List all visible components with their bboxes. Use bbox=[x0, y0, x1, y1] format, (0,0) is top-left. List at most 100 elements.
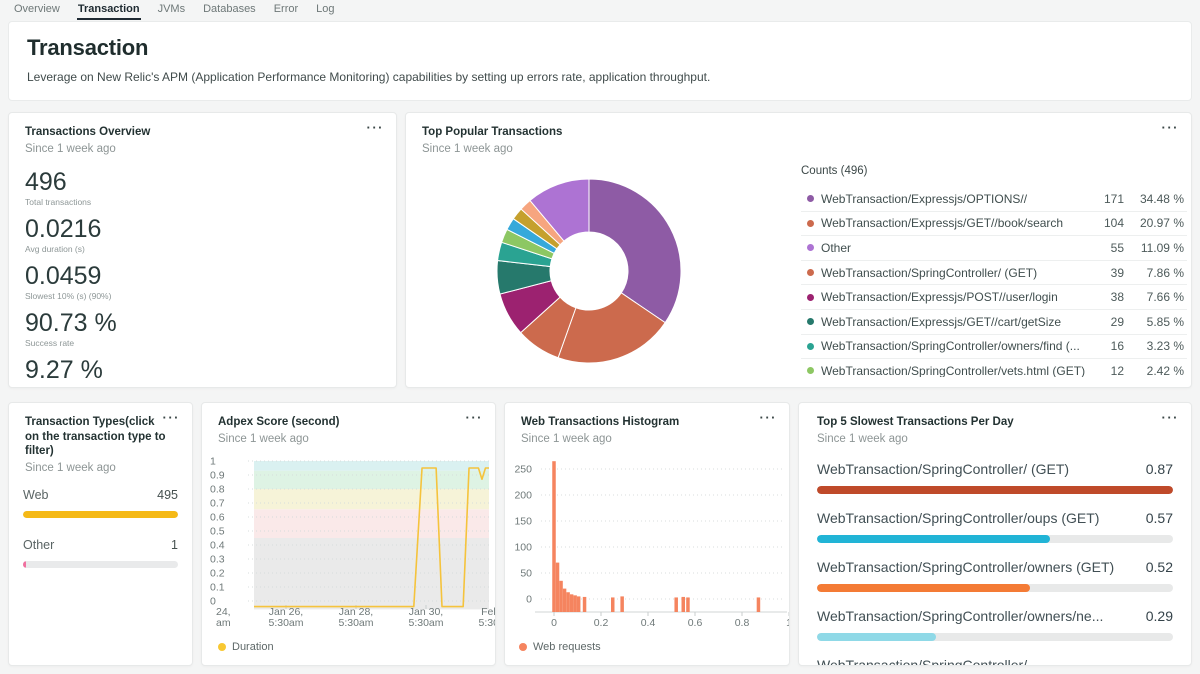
stat-label: Avg duration (s) bbox=[25, 244, 380, 254]
types-label-row: Other1 bbox=[23, 538, 178, 552]
legend-row[interactable]: WebTransaction/Expressjs/OPTIONS//17134.… bbox=[801, 187, 1187, 212]
tab-transaction[interactable]: Transaction bbox=[77, 0, 141, 20]
slowest-bar-track bbox=[817, 486, 1173, 494]
panel-menu-button[interactable]: ··· bbox=[760, 411, 778, 425]
panel-menu-button[interactable]: ··· bbox=[163, 411, 181, 425]
types-bar-track bbox=[23, 561, 178, 568]
legend-percent: 7.66 % bbox=[1124, 290, 1184, 304]
panel-menu-button[interactable]: ··· bbox=[466, 411, 484, 425]
tab-jvms[interactable]: JVMs bbox=[157, 0, 187, 20]
slowest-row-4: WebTransaction/SpringController/owners/n… bbox=[817, 608, 1173, 641]
panel-subtitle: Since 1 week ago bbox=[422, 143, 1161, 155]
panel-top-popular-transactions: Top Popular Transactions Since 1 week ag… bbox=[405, 112, 1192, 388]
panel-subtitle: Since 1 week ago bbox=[25, 462, 166, 474]
tab-log[interactable]: Log bbox=[315, 0, 335, 20]
svg-text:0: 0 bbox=[526, 594, 532, 606]
panel-menu-button[interactable]: ··· bbox=[1162, 121, 1180, 135]
panel-web-transactions-histogram: 25020015010050000.20.40.60.81 Web Transa… bbox=[504, 402, 790, 666]
donut-slice-0[interactable] bbox=[589, 179, 681, 323]
legend-count: 39 bbox=[1086, 266, 1124, 280]
panel-menu-button[interactable]: ··· bbox=[367, 121, 385, 135]
legend-row[interactable]: WebTransaction/SpringController/ (GET)39… bbox=[801, 261, 1187, 286]
legend-count: 12 bbox=[1086, 364, 1124, 377]
stat-value: 90.73 % bbox=[25, 310, 380, 337]
legend-row[interactable]: Other5511.09 % bbox=[801, 236, 1187, 261]
legend-percent: 2.42 % bbox=[1124, 364, 1184, 377]
legend-color-dot bbox=[807, 195, 814, 202]
legend-count: 16 bbox=[1086, 339, 1124, 353]
adpex-line-chart: 10.90.80.70.60.50.40.30.20.1024,amJan 26… bbox=[202, 403, 496, 666]
legend-count: 171 bbox=[1086, 192, 1124, 206]
legend-transaction-name: WebTransaction/Expressjs/GET//book/searc… bbox=[821, 216, 1086, 230]
slowest-bar-track bbox=[817, 535, 1173, 543]
slowest-row-1: WebTransaction/SpringController/ (GET)0.… bbox=[817, 461, 1173, 494]
web-requests-legend-dot bbox=[519, 643, 527, 651]
legend-percent: 5.85 % bbox=[1124, 315, 1184, 329]
slowest-bar-track bbox=[817, 633, 1173, 641]
legend-row[interactable]: WebTransaction/SpringController/owners/f… bbox=[801, 335, 1187, 360]
types-row-other[interactable]: Other1 bbox=[23, 538, 178, 568]
legend-row[interactable]: WebTransaction/SpringController/vets.htm… bbox=[801, 359, 1187, 377]
tab-overview[interactable]: Overview bbox=[13, 0, 61, 20]
slowest-label-row: WebTransaction/SpringController/oups (GE… bbox=[817, 510, 1173, 526]
panel-menu-button[interactable]: ··· bbox=[1162, 411, 1180, 425]
slowest-value: 0.52 bbox=[1146, 559, 1173, 575]
legend-color-dot bbox=[807, 269, 814, 276]
stat-label: Total transactions bbox=[25, 197, 380, 207]
legend-count: 38 bbox=[1086, 290, 1124, 304]
legend-count: 55 bbox=[1086, 241, 1124, 255]
svg-text:1: 1 bbox=[210, 456, 216, 468]
legend-title: Counts (496) bbox=[801, 165, 1187, 177]
panel-title: Top Popular Transactions bbox=[422, 125, 1161, 140]
svg-text:250: 250 bbox=[514, 464, 532, 476]
svg-text:am: am bbox=[216, 617, 231, 629]
types-bar-track bbox=[23, 511, 178, 518]
slowest-bar-fill bbox=[817, 486, 1173, 494]
page-header: Transaction Leverage on New Relic's APM … bbox=[8, 21, 1192, 101]
page-title: Transaction bbox=[27, 35, 1173, 61]
slowest-row-3: WebTransaction/SpringController/owners (… bbox=[817, 559, 1173, 592]
legend-count: 29 bbox=[1086, 315, 1124, 329]
svg-text:0.8: 0.8 bbox=[735, 617, 750, 629]
tab-error[interactable]: Error bbox=[273, 0, 299, 20]
duration-legend-label: Duration bbox=[232, 641, 274, 653]
legend-color-dot bbox=[807, 294, 814, 301]
slowest-label-row: WebTransaction/SpringController/... bbox=[817, 657, 1173, 666]
slowest-transaction-label: WebTransaction/SpringController/oups (GE… bbox=[817, 510, 1099, 526]
slowest-bar-fill bbox=[817, 584, 1030, 592]
slowest-transaction-label: WebTransaction/SpringController/owners/n… bbox=[817, 608, 1103, 624]
svg-text:0.2: 0.2 bbox=[210, 568, 225, 580]
transaction-types-rows: Web495 Other1 bbox=[9, 488, 192, 568]
panel-subtitle: Since 1 week ago bbox=[817, 433, 1161, 445]
legend-transaction-name: WebTransaction/Expressjs/POST//user/logi… bbox=[821, 290, 1086, 304]
stat-value: 496 bbox=[25, 169, 380, 196]
types-row-web[interactable]: Web495 bbox=[23, 488, 178, 518]
slowest-bar-track bbox=[817, 584, 1173, 592]
panel-head: Transactions Overview Since 1 week ago bbox=[9, 113, 396, 155]
legend-rows: WebTransaction/Expressjs/OPTIONS//17134.… bbox=[801, 187, 1187, 377]
types-label: Other bbox=[23, 538, 54, 552]
stat-label: Failed rate bbox=[25, 385, 380, 389]
adpex-legend: Duration bbox=[218, 641, 274, 653]
donut-chart bbox=[487, 171, 691, 371]
legend-row[interactable]: WebTransaction/Expressjs/GET//cart/getSi… bbox=[801, 310, 1187, 335]
tab-databases[interactable]: Databases bbox=[202, 0, 257, 20]
svg-text:0.4: 0.4 bbox=[210, 540, 225, 552]
stat-label: Slowest 10% (s) (90%) bbox=[25, 291, 380, 301]
panel-title: Transactions Overview bbox=[25, 125, 366, 140]
stat-block: 90.73 %Success rate bbox=[25, 310, 380, 348]
slowest-label-row: WebTransaction/SpringController/owners/n… bbox=[817, 608, 1173, 624]
svg-text:200: 200 bbox=[514, 490, 532, 502]
types-label-row: Web495 bbox=[23, 488, 178, 502]
donut-legend: Counts (496) WebTransaction/Expressjs/OP… bbox=[801, 165, 1187, 377]
svg-text:0.7: 0.7 bbox=[210, 498, 225, 510]
stat-block: 9.27 %Failed rate bbox=[25, 357, 380, 389]
overview-stats: 496Total transactions0.0216Avg duration … bbox=[9, 155, 396, 389]
legend-row[interactable]: WebTransaction/Expressjs/GET//book/searc… bbox=[801, 212, 1187, 237]
stat-value: 9.27 % bbox=[25, 357, 380, 384]
panel-title: Top 5 Slowest Transactions Per Day bbox=[817, 415, 1161, 430]
panel-top5-slowest-transactions: Top 5 Slowest Transactions Per Day Since… bbox=[798, 402, 1192, 666]
stat-label: Success rate bbox=[25, 338, 380, 348]
tab-bar: Overview Transaction JVMs Databases Error Log bbox=[0, 0, 1200, 20]
legend-row[interactable]: WebTransaction/Expressjs/POST//user/logi… bbox=[801, 285, 1187, 310]
